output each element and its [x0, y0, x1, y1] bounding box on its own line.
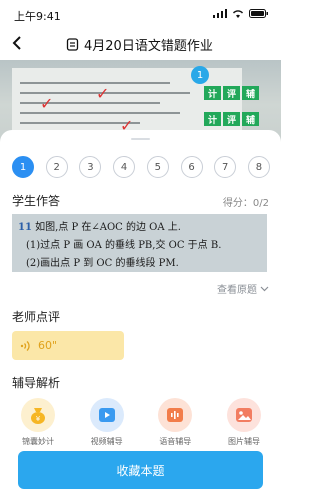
answer-line-text: 如图,点 P 在∠AOC 的边 OA 上. — [31, 222, 181, 233]
red-check-mark: ✓ — [96, 84, 110, 103]
question-number-button[interactable]: 1 — [12, 156, 34, 178]
tool-tips-button[interactable]: ¥ 锦囊妙计 — [12, 398, 64, 447]
status-icons — [213, 9, 269, 18]
bag-icon: ¥ — [21, 398, 55, 432]
question-number-button[interactable]: 6 — [180, 156, 203, 178]
back-button[interactable] — [6, 32, 28, 54]
status-bar: 上午9:41 — [0, 0, 281, 28]
detail-sheet: 1 2 3 4 5 6 7 8 学生作答 得分：0/2 11 如图,点 P 在∠… — [0, 130, 281, 500]
voice-icon — [158, 398, 193, 432]
teacher-comment-title: 老师点评 — [12, 310, 61, 324]
voice-duration: 60" — [38, 339, 58, 352]
tag-group: 计 评 辅 — [204, 86, 259, 100]
student-answer-image[interactable]: 11 如图,点 P 在∠AOC 的边 OA 上. (1)过点 P 画 OA 的垂… — [12, 214, 267, 272]
document-icon — [66, 38, 79, 51]
question-number-button[interactable]: 7 — [214, 156, 237, 178]
question-number-button[interactable]: 2 — [45, 156, 68, 178]
answer-line: (1)过点 P 画 OA 的垂线 PB,交 OC 于点 B. — [26, 236, 221, 251]
question-selector: 1 2 3 4 5 6 7 8 — [12, 156, 270, 178]
tool-image-button[interactable]: 图片辅导 — [218, 398, 270, 447]
tool-label: 视频辅导 — [90, 437, 123, 446]
tool-label: 锦囊妙计 — [22, 437, 54, 446]
answer-line: 11 如图,点 P 在∠AOC 的边 OA 上. — [18, 218, 181, 233]
question-marker[interactable]: 1 — [191, 66, 209, 84]
answer-line: (2)画出点 P 到 OC 的垂线段 PM. — [26, 254, 179, 269]
tag-comment[interactable]: 评 — [223, 112, 240, 126]
red-check-mark: ✓ — [40, 94, 54, 113]
view-original-link[interactable]: 查看原题 — [217, 281, 269, 296]
nav-bar: 4月20日语文错题作业 — [0, 28, 281, 60]
tag-tutor[interactable]: 辅 — [242, 86, 259, 100]
answer-line-text: (1)过点 P 画 OA 的垂线 PB,交 OC 于点 B. — [26, 240, 222, 251]
question-number-button[interactable]: 3 — [79, 156, 102, 178]
tool-label: 语音辅导 — [159, 437, 192, 446]
video-play-icon — [89, 398, 124, 432]
question-number-button[interactable]: 4 — [113, 156, 136, 178]
photo-text-line — [20, 82, 170, 84]
collect-question-button[interactable]: 收藏本题 — [18, 451, 263, 489]
tag-tutor[interactable]: 辅 — [242, 112, 259, 126]
question-number-button[interactable]: 5 — [146, 156, 169, 178]
tag-calc[interactable]: 计 — [204, 86, 221, 100]
page-title-text: 4月20日语文错题作业 — [84, 39, 213, 54]
tool-video-button[interactable]: 视频辅导 — [81, 398, 133, 447]
tag-comment[interactable]: 评 — [223, 86, 240, 100]
tool-label: 图片辅导 — [227, 437, 260, 446]
chevron-left-icon — [12, 36, 21, 50]
battery-icon — [249, 9, 268, 18]
tutoring-title: 辅导解析 — [12, 376, 61, 390]
answer-question-number: 11 — [18, 222, 32, 233]
tag-calc[interactable]: 计 — [204, 112, 221, 126]
sheet-handle[interactable] — [131, 138, 150, 140]
voice-comment-player[interactable]: 60" — [12, 331, 124, 360]
wifi-icon — [232, 10, 244, 18]
score-label: 得分：0/2 — [222, 198, 269, 209]
voice-wave-icon — [20, 340, 30, 351]
page-title: 4月20日语文错题作业 — [66, 35, 213, 54]
image-icon — [226, 398, 261, 432]
question-number-button[interactable]: 8 — [247, 156, 270, 178]
answer-line-text: (2)画出点 P 到 OC 的垂线段 PM. — [26, 258, 179, 269]
svg-text:¥: ¥ — [36, 415, 41, 423]
view-original-label: 查看原题 — [217, 285, 257, 296]
student-answer-title: 学生作答 — [12, 194, 61, 208]
status-time: 上午9:41 — [14, 10, 61, 23]
tutoring-tools: ¥ 锦囊妙计 视频辅导 语音辅导 图片辅导 — [12, 398, 270, 447]
tool-voice-button[interactable]: 语音辅导 — [149, 398, 201, 447]
tag-group: 计 评 辅 — [204, 112, 259, 126]
chevron-down-icon — [260, 286, 269, 291]
signal-icon — [213, 9, 227, 18]
